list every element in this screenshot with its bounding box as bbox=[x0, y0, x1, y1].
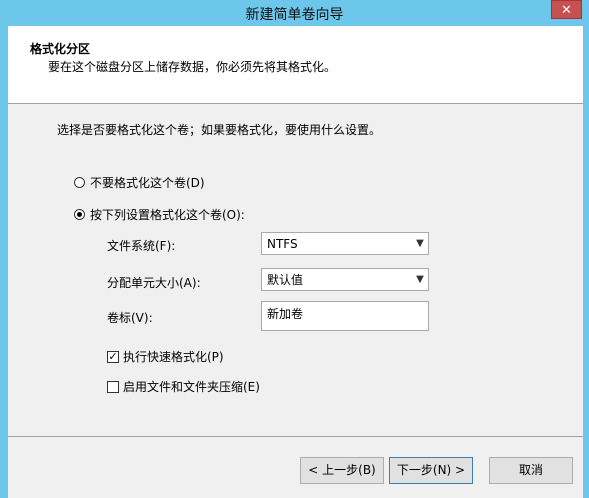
file-system-label: 文件系统(F): bbox=[107, 239, 176, 253]
radio-format-label: 按下列设置格式化这个卷(O): bbox=[90, 208, 245, 222]
chevron-down-icon: ▼ bbox=[416, 238, 424, 249]
radio-format[interactable]: 按下列设置格式化这个卷(O): bbox=[74, 206, 245, 223]
file-system-select[interactable]: NTFS ▼ bbox=[261, 232, 429, 255]
wizard-header: 格式化分区 要在这个磁盘分区上储存数据，你必须先将其格式化。 bbox=[8, 26, 583, 103]
quick-format-label: 执行快速格式化(P) bbox=[123, 350, 224, 364]
checkmark-icon: ✓ bbox=[108, 349, 118, 363]
prompt-text: 选择是否要格式化这个卷；如果要格式化，要使用什么设置。 bbox=[57, 123, 382, 137]
compression-checkbox[interactable] bbox=[107, 380, 119, 393]
radio-format-indicator[interactable] bbox=[74, 209, 85, 220]
allocation-unit-select[interactable]: 默认值 ▼ bbox=[261, 268, 429, 291]
quick-format-checkbox[interactable]: ✓ bbox=[107, 349, 119, 363]
quick-format-checkbox-row[interactable]: ✓ 执行快速格式化(P) bbox=[107, 348, 224, 365]
wizard-footer: < 上一步(B) 下一步(N) > 取消 bbox=[8, 437, 583, 498]
cancel-button[interactable]: 取消 bbox=[489, 457, 573, 484]
next-button[interactable]: 下一步(N) > bbox=[389, 457, 473, 484]
title-bar: 新建简单卷向导 ✕ bbox=[0, 0, 589, 26]
close-button[interactable]: ✕ bbox=[551, 0, 582, 19]
window-border-right bbox=[583, 26, 589, 498]
wizard-body: 选择是否要格式化这个卷；如果要格式化，要使用什么设置。 不要格式化这个卷(D) … bbox=[8, 104, 583, 435]
wizard-window: 新建简单卷向导 ✕ 格式化分区 要在这个磁盘分区上储存数据，你必须先将其格式化。… bbox=[0, 0, 589, 498]
allocation-unit-value: 默认值 bbox=[267, 273, 304, 287]
back-button[interactable]: < 上一步(B) bbox=[300, 457, 384, 484]
window-title: 新建简单卷向导 bbox=[245, 7, 344, 23]
header-subtitle: 要在这个磁盘分区上储存数据，你必须先将其格式化。 bbox=[48, 60, 337, 74]
chevron-down-icon: ▼ bbox=[416, 274, 424, 285]
radio-no-format[interactable]: 不要格式化这个卷(D) bbox=[74, 174, 205, 191]
header-title: 格式化分区 bbox=[30, 42, 91, 56]
allocation-unit-label: 分配单元大小(A): bbox=[107, 276, 201, 290]
compression-label: 启用文件和文件夹压缩(E) bbox=[123, 380, 260, 394]
window-border-left bbox=[0, 26, 8, 498]
radio-no-format-indicator[interactable] bbox=[74, 177, 85, 188]
file-system-value: NTFS bbox=[267, 236, 298, 251]
volume-label-input[interactable]: 新加卷 bbox=[261, 301, 429, 331]
volume-label-label: 卷标(V): bbox=[107, 311, 153, 325]
radio-no-format-label: 不要格式化这个卷(D) bbox=[90, 176, 205, 190]
compression-checkbox-row[interactable]: 启用文件和文件夹压缩(E) bbox=[107, 378, 260, 395]
